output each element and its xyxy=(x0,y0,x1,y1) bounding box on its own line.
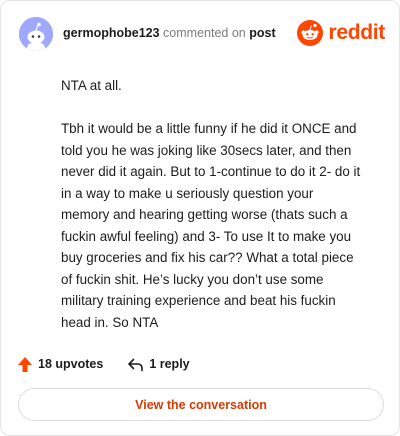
reply-arrow-icon xyxy=(128,358,144,371)
upvote-stat[interactable]: 18 upvotes xyxy=(17,356,103,373)
comment-card: germophobe123 commented on post reddit N… xyxy=(0,0,400,436)
comment-paragraph: NTA at all. xyxy=(61,78,122,93)
snoo-avatar-icon xyxy=(19,17,53,51)
reddit-logo[interactable]: reddit xyxy=(297,19,385,47)
avatar[interactable] xyxy=(19,17,53,51)
username-link[interactable]: germophobe123 xyxy=(63,26,160,40)
upvote-count: 18 upvotes xyxy=(38,357,104,371)
upvote-arrow-icon xyxy=(18,356,32,372)
comment-stats: 18 upvotes 1 reply xyxy=(17,353,190,375)
commented-on-text: commented on xyxy=(163,26,246,40)
comment-meta: germophobe123 commented on post xyxy=(63,26,276,40)
reddit-logo-icon xyxy=(297,20,324,46)
post-link[interactable]: post xyxy=(249,26,275,40)
comment-body: NTA at all. Tbh it would be a little fun… xyxy=(61,75,361,355)
view-conversation-button[interactable]: View the conversation xyxy=(18,388,384,421)
reply-count: 1 reply xyxy=(149,357,190,371)
comment-paragraph: Tbh it would be a little funny if he did… xyxy=(61,121,361,330)
comment-header: germophobe123 commented on post reddit xyxy=(19,17,385,51)
logo-text: reddit xyxy=(328,21,385,44)
reply-stat[interactable]: 1 reply xyxy=(127,357,190,372)
